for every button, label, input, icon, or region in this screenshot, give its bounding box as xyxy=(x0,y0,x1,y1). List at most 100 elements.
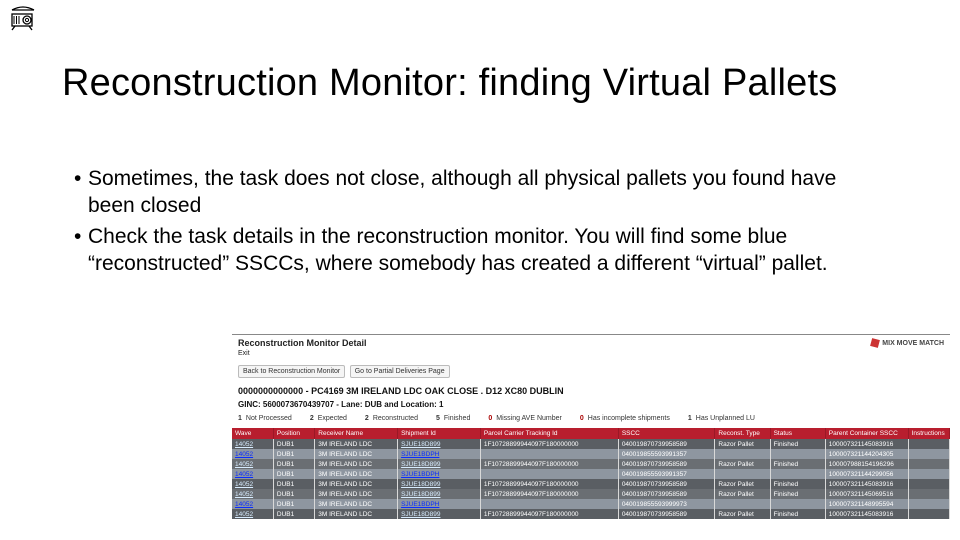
cell-sscc: 040019870739958589 xyxy=(618,439,715,449)
cell-status: Finished xyxy=(770,509,825,519)
cell-rec: 3M IRELAND LDC xyxy=(315,449,398,459)
bullet-text: Check the task details in the reconstruc… xyxy=(88,224,886,278)
status-finished: 5Finished xyxy=(436,415,470,422)
slide: Reconstruction Monitor: finding Virtual … xyxy=(0,0,960,540)
cell-rec: 3M IRELAND LDC xyxy=(315,489,398,499)
table-row[interactable]: 14052DUB13M IRELAND LDCSJUE18D8991F10728… xyxy=(232,439,950,449)
logo-icon xyxy=(870,338,880,348)
cell-instr xyxy=(908,459,949,469)
col-instructions[interactable]: Instructions xyxy=(908,428,949,439)
cell-parent: 100007321145069516 xyxy=(825,489,908,499)
cell-track: 1F10728899944097F180000000 xyxy=(480,489,618,499)
cell-status: Finished xyxy=(770,479,825,489)
cell-track: 1F10728899944097F180000000 xyxy=(480,509,618,519)
table-row[interactable]: 14052DUB13M IRELAND LDCSJUE1BDPH04001985… xyxy=(232,469,950,479)
cell-ship[interactable]: SJUE18D899 xyxy=(398,489,481,499)
table-row[interactable]: 14052DUB13M IRELAND LDCSJUE18D8991F10728… xyxy=(232,459,950,469)
status-unplanned: 1Has Unplanned LU xyxy=(688,415,755,422)
col-wave[interactable]: Wave xyxy=(232,428,273,439)
cell-track xyxy=(480,449,618,459)
cell-wave[interactable]: 14052 xyxy=(232,439,273,449)
cell-track xyxy=(480,469,618,479)
col-parent[interactable]: Parent Container SSCC xyxy=(825,428,908,439)
cell-rec: 3M IRELAND LDC xyxy=(315,479,398,489)
cell-parent: 100007321148995594 xyxy=(825,499,908,509)
cell-wave[interactable]: 14052 xyxy=(232,449,273,459)
table-row[interactable]: 14052DUB13M IRELAND LDCSJUE1BDPH 04001985… xyxy=(232,499,950,509)
projector-icon xyxy=(8,6,38,32)
status-row: 1Not Processed 2Expected 2Reconstructed … xyxy=(232,415,950,428)
cell-wave[interactable]: 14052 xyxy=(232,479,273,489)
bullet-list: • Sometimes, the task does not close, al… xyxy=(74,166,886,282)
cell-rtype: Razor Pallet xyxy=(715,509,770,519)
cell-rec: 3M IRELAND LDC xyxy=(315,499,398,509)
cell-parent: 100007321145083916 xyxy=(825,439,908,449)
col-status[interactable]: Status xyxy=(770,428,825,439)
cell-sscc: 040019855593999973 xyxy=(618,499,715,509)
cell-wave[interactable]: 14052 xyxy=(232,459,273,469)
list-item: • Sometimes, the task does not close, al… xyxy=(74,166,886,220)
page-title: Reconstruction Monitor: finding Virtual … xyxy=(62,62,837,105)
col-position[interactable]: Position xyxy=(273,428,314,439)
back-button[interactable]: Back to Reconstruction Monitor xyxy=(238,365,345,378)
cell-sscc: 040019870739958589 xyxy=(618,509,715,519)
cell-wave[interactable]: 14052 xyxy=(232,489,273,499)
table-row[interactable]: 14052DUB13M IRELAND LDCSJUE18D8991F10728… xyxy=(232,489,950,499)
cell-parent: 100007321145083916 xyxy=(825,509,908,519)
app-header-title: Reconstruction Monitor Detail xyxy=(238,338,367,348)
cell-ship[interactable]: SJUE18D899 xyxy=(398,479,481,489)
cell-instr xyxy=(908,509,949,519)
goto-partial-button[interactable]: Go to Partial Deliveries Page xyxy=(350,365,450,378)
cell-wave[interactable]: 14052 xyxy=(232,499,273,509)
app-header: Reconstruction Monitor Detail MIX MOVE M… xyxy=(232,335,950,350)
table-row[interactable]: 14052DUB13M IRELAND LDCSJUE1BDPH04001985… xyxy=(232,449,950,459)
detail-subheading: GINC: 5600073670439707 - Lane: DUB and L… xyxy=(232,398,950,415)
cell-status: Finished xyxy=(770,459,825,469)
cell-sscc: 040019870739958589 xyxy=(618,479,715,489)
bullet-text: Sometimes, the task does not close, alth… xyxy=(88,166,886,220)
status-expected: 2Expected xyxy=(310,415,347,422)
cell-track: 1F10728899944097F180000000 xyxy=(480,439,618,449)
col-tracking[interactable]: Parcel Carrier Tracking Id xyxy=(480,428,618,439)
cell-rtype: Razor Pallet xyxy=(715,489,770,499)
cell-sscc: 040019855593991357 xyxy=(618,449,715,459)
table-header-row: Wave Position Receiver Name Shipment Id … xyxy=(232,428,950,439)
col-reconst-type[interactable]: Reconst. Type xyxy=(715,428,770,439)
col-receiver[interactable]: Receiver Name xyxy=(315,428,398,439)
cell-wave[interactable]: 14052 xyxy=(232,509,273,519)
cell-sscc: 040019870739958589 xyxy=(618,489,715,499)
cell-parent: 100007321144299056 xyxy=(825,469,908,479)
exit-link[interactable]: Exit xyxy=(232,350,950,360)
cell-instr xyxy=(908,479,949,489)
list-item: • Check the task details in the reconstr… xyxy=(74,224,886,278)
cell-status xyxy=(770,499,825,509)
table-row[interactable]: 14052DUB13M IRELAND LDCSJUE18D8991F10728… xyxy=(232,479,950,489)
cell-parent: 100007321145083916 xyxy=(825,479,908,489)
cell-status: Finished xyxy=(770,489,825,499)
cell-rtype xyxy=(715,469,770,479)
cell-status xyxy=(770,469,825,479)
detail-table: Wave Position Receiver Name Shipment Id … xyxy=(232,428,950,519)
cell-ship[interactable]: SJUE1BDPH xyxy=(398,449,481,459)
cell-ship[interactable]: SJUE1BDPH xyxy=(398,499,481,509)
cell-ship[interactable]: SJUE18D899 xyxy=(398,439,481,449)
cell-rtype xyxy=(715,499,770,509)
cell-pos: DUB1 xyxy=(273,499,314,509)
cell-pos: DUB1 xyxy=(273,509,314,519)
cell-rtype: Razor Pallet xyxy=(715,459,770,469)
cell-ship[interactable]: SJUE1BDPH xyxy=(398,469,481,479)
cell-rec: 3M IRELAND LDC xyxy=(315,439,398,449)
status-not-processed: 1Not Processed xyxy=(238,415,292,422)
cell-ship[interactable]: SJUE18D899 xyxy=(398,509,481,519)
cell-rec: 3M IRELAND LDC xyxy=(315,509,398,519)
table-row[interactable]: 14052DUB13M IRELAND LDCSJUE18D8991F10728… xyxy=(232,509,950,519)
cell-sscc: 040019870739958589 xyxy=(618,459,715,469)
cell-ship[interactable]: SJUE18D899 xyxy=(398,459,481,469)
bullet-dot: • xyxy=(74,224,88,278)
cell-pos: DUB1 xyxy=(273,459,314,469)
col-shipment[interactable]: Shipment Id xyxy=(398,428,481,439)
cell-wave[interactable]: 14052 xyxy=(232,469,273,479)
cell-pos: DUB1 xyxy=(273,479,314,489)
cell-instr xyxy=(908,499,949,509)
col-sscc[interactable]: SSCC xyxy=(618,428,715,439)
